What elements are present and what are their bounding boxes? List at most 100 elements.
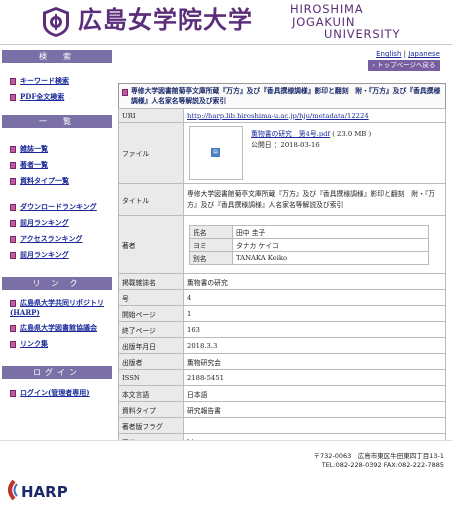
row-label: タイトル bbox=[118, 183, 184, 216]
en-name-line: HIROSHIMA bbox=[290, 2, 364, 16]
sidebar-item-harp[interactable]: 広島県大学共同リポジトリ(HARP) bbox=[2, 296, 112, 320]
row-value: 日本語 bbox=[183, 385, 446, 402]
author-row: ヨミ タナカ ケイコ bbox=[189, 237, 429, 252]
row-value: 2188-5451 bbox=[183, 369, 446, 386]
row-label: 著者 bbox=[118, 215, 184, 274]
bullet-icon bbox=[10, 161, 16, 169]
row-value: 1 bbox=[183, 305, 446, 322]
lang-english-link[interactable]: English bbox=[376, 50, 401, 58]
bullet-icon bbox=[10, 235, 16, 243]
row-label: 号 bbox=[118, 289, 184, 306]
table-row: 出版年月日 2018.3.3 bbox=[118, 337, 446, 354]
author-field-label: ヨミ bbox=[189, 237, 233, 252]
file-download-link[interactable]: 薫物書の研究 第4号.pdf bbox=[251, 130, 330, 138]
author-name: 田中 圭子 bbox=[232, 224, 429, 239]
row-label: 出版年月日 bbox=[118, 337, 184, 354]
metadata-table: URI http://harp.lib.hiroshima-u.ac.jp/hj… bbox=[118, 108, 446, 450]
sidebar-item-access-ranking[interactable]: アクセスランキング bbox=[2, 231, 112, 247]
file-info: 薫物書の研究 第4号.pdf ( 23.0 MB ) 公開日 ：2018-03-… bbox=[251, 129, 371, 151]
author-alias: TANAKA Keiko bbox=[232, 250, 429, 265]
row-label: 著者版フラグ bbox=[118, 417, 184, 434]
sidebar-item-keyword-search[interactable]: キーワード検索 bbox=[2, 73, 112, 89]
bullet-icon bbox=[10, 219, 16, 227]
table-row: 開始ページ 1 bbox=[118, 305, 446, 322]
row-value: 163 bbox=[183, 321, 446, 338]
uri-link[interactable]: http://harp.lib.hiroshima-u.ac.jp/hju/me… bbox=[187, 112, 369, 120]
sidebar-item-link-list[interactable]: リンク集 bbox=[2, 336, 112, 352]
sidebar-item-types[interactable]: 資料タイプ一覧 bbox=[2, 173, 112, 189]
table-row: URI http://harp.lib.hiroshima-u.ac.jp/hj… bbox=[118, 108, 446, 123]
table-row: 資料タイプ 研究報告書 bbox=[118, 401, 446, 418]
sidebar-item-authors[interactable]: 著者一覧 bbox=[2, 157, 112, 173]
back-to-top-button[interactable]: › トップページへ戻る bbox=[368, 60, 440, 71]
back-to-top-label: トップページへ戻る bbox=[377, 61, 436, 69]
row-value: 薫物書の研究 bbox=[183, 273, 446, 290]
author-reading: タナカ ケイコ bbox=[232, 237, 429, 252]
university-crest-icon bbox=[43, 7, 69, 37]
title-value: 専修大学図書館菊亭文庫所蔵『万方』及び『香具撰様調様』影印と翻刻 附・『万方』及… bbox=[183, 183, 446, 216]
en-name-line: UNIVERSITY bbox=[324, 27, 401, 41]
university-name-jp: 広島女学院大学 bbox=[78, 5, 253, 34]
pdf-file-icon: ▤ bbox=[211, 148, 220, 157]
sidebar-head-links: リ ン ク bbox=[2, 277, 112, 290]
row-value: 4 bbox=[183, 289, 446, 306]
row-label: 開始ページ bbox=[118, 305, 184, 322]
bullet-icon bbox=[10, 203, 16, 211]
row-label: ISSN bbox=[118, 369, 184, 386]
language-switch: English | Japanese bbox=[376, 50, 440, 58]
author-table: 氏名 田中 圭子 ヨミ タナカ ケイコ 別名 TANAKA Keiko bbox=[189, 224, 429, 265]
table-row: ファイル ▤ 薫物書の研究 第4号.pdf ( 23.0 MB ) 公開日 ：2… bbox=[118, 122, 446, 184]
row-label: 出版者 bbox=[118, 353, 184, 370]
file-size: ( 23.0 MB ) bbox=[332, 130, 372, 138]
row-label: 資料タイプ bbox=[118, 401, 184, 418]
bullet-icon bbox=[10, 93, 16, 101]
sidebar-item-journals[interactable]: 雑誌一覧 bbox=[2, 141, 112, 157]
sidebar-item-pdf-search[interactable]: PDF全文検索 bbox=[2, 89, 112, 105]
lang-japanese-link[interactable]: Japanese bbox=[408, 50, 440, 58]
harp-logo-icon[interactable]: HARP bbox=[6, 477, 86, 503]
table-row: 掲載雑誌名 薫物書の研究 bbox=[118, 273, 446, 290]
record-title-bar: 専修大学図書館菊亭文庫所蔵『万方』及び『香具撰様調様』影印と翻刻 附・『万方』及… bbox=[118, 83, 446, 109]
sidebar-head-login: ログイン bbox=[2, 366, 112, 379]
row-value bbox=[183, 417, 446, 434]
table-row: 出版者 薫物研究会 bbox=[118, 353, 446, 370]
sidebar-item-library-council[interactable]: 広島県大学図書館協議会 bbox=[2, 320, 112, 336]
bullet-icon bbox=[10, 251, 16, 259]
sidebar: 検 索 キーワード検索 PDF全文検索 一 覧 雑誌一覧 著者一覧 資料タイプ一… bbox=[2, 46, 112, 440]
row-value: 2018.3.3 bbox=[183, 337, 446, 354]
row-label: 本文言語 bbox=[118, 385, 184, 402]
row-label: URI bbox=[118, 108, 184, 123]
bullet-icon bbox=[122, 89, 128, 96]
author-field-label: 氏名 bbox=[189, 224, 233, 239]
sidebar-item-download-ranking[interactable]: ダウンロードランキング bbox=[2, 199, 112, 215]
sidebar-item-prev-month-ranking-2[interactable]: 前月ランキング bbox=[2, 247, 112, 263]
sidebar-head-list: 一 覧 bbox=[2, 115, 112, 128]
bullet-icon bbox=[10, 389, 16, 397]
author-row: 氏名 田中 圭子 bbox=[189, 224, 429, 239]
table-row: 本文言語 日本語 bbox=[118, 385, 446, 402]
bullet-icon bbox=[10, 324, 16, 332]
bullet-icon bbox=[10, 340, 16, 348]
bullet-icon bbox=[10, 177, 16, 185]
sidebar-head-search: 検 索 bbox=[2, 50, 112, 63]
table-row: 著者版フラグ bbox=[118, 417, 446, 434]
site-header: 広島女学院大学 HIROSHIMA JOGAKUIN UNIVERSITY bbox=[0, 0, 452, 45]
sidebar-item-prev-month-ranking[interactable]: 前月ランキング bbox=[2, 215, 112, 231]
harp-logo-text: HARP bbox=[21, 483, 68, 501]
row-label: ファイル bbox=[118, 122, 184, 184]
table-row: タイトル 専修大学図書館菊亭文庫所蔵『万方』及び『香具撰様調様』影印と翻刻 附・… bbox=[118, 183, 446, 216]
table-row: 著者 氏名 田中 圭子 ヨミ タナカ ケイコ 別名 TANAKA Keiko bbox=[118, 215, 446, 274]
author-field-label: 別名 bbox=[189, 250, 233, 265]
university-name-en: HIROSHIMA JOGAKUIN UNIVERSITY bbox=[290, 3, 400, 41]
site-footer: HARP 〒732-0063 広島市東区牛田東四丁目13-1 TEL:082-2… bbox=[0, 440, 452, 513]
table-row: 号4 bbox=[118, 289, 446, 306]
file-thumbnail[interactable]: ▤ bbox=[189, 126, 243, 180]
row-value: 薫物研究会 bbox=[183, 353, 446, 370]
file-publish-date: 公開日 ：2018-03-16 bbox=[251, 141, 320, 149]
sidebar-item-login[interactable]: ログイン(管理者専用) bbox=[2, 385, 112, 401]
row-label: 終了ページ bbox=[118, 321, 184, 338]
author-row: 別名 TANAKA Keiko bbox=[189, 250, 429, 265]
bullet-icon bbox=[10, 77, 16, 85]
bullet-icon bbox=[10, 145, 16, 153]
bullet-icon bbox=[10, 299, 16, 307]
